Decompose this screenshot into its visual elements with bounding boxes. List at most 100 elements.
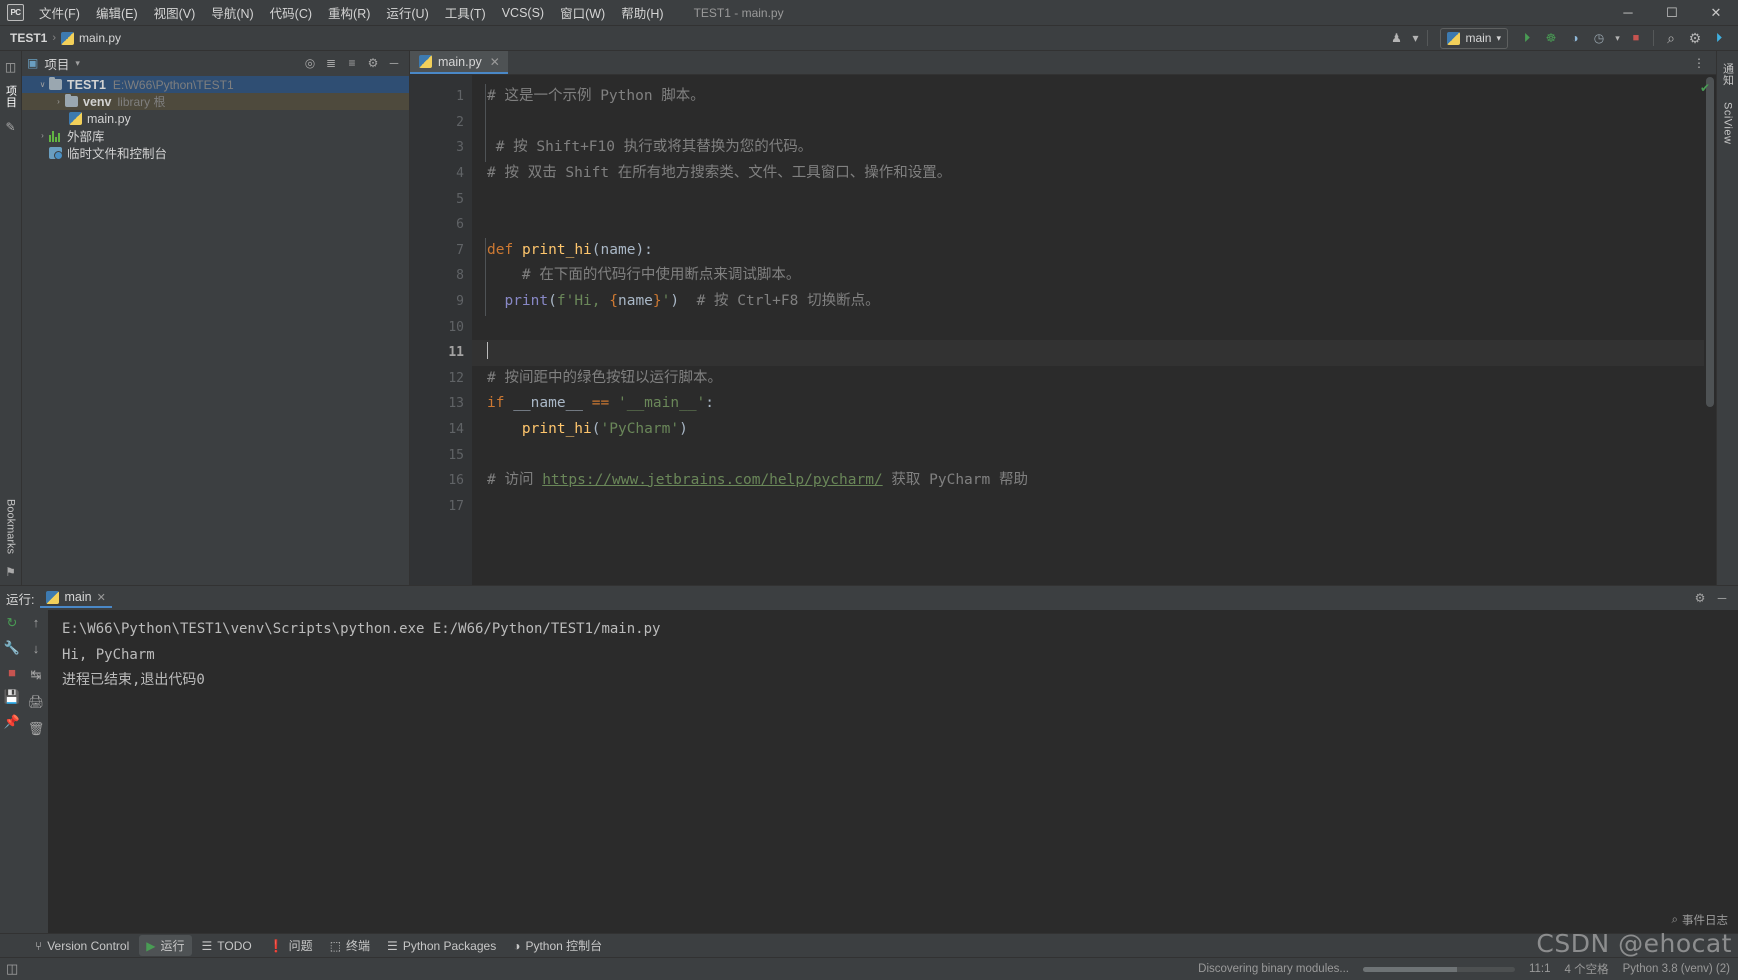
title-bar: PC 文件(F) 编辑(E) 视图(V) 导航(N) 代码(C) 重构(R) 运…: [0, 0, 1738, 26]
menu-run[interactable]: 运行(U): [378, 0, 436, 25]
profile-icon[interactable]: ♟: [1385, 28, 1407, 49]
code-line: # 按间距中的绿色按钮以运行脚本。: [487, 369, 722, 386]
tool-button-version-control[interactable]: ⑂ Version Control: [28, 937, 136, 955]
collapse-all-icon[interactable]: ≡: [342, 53, 362, 73]
sidebar-item-project[interactable]: 项目: [1, 79, 21, 114]
settings-gear-icon[interactable]: ⚙: [1684, 28, 1706, 49]
line-number: 15: [448, 447, 464, 463]
chevron-right-icon[interactable]: ›: [36, 131, 49, 140]
scroll-up-icon[interactable]: ↑: [33, 615, 40, 630]
tree-item-mainpy[interactable]: main.py: [22, 110, 409, 127]
chevron-down-icon[interactable]: ▾: [75, 58, 80, 69]
packages-icon: ☰: [387, 938, 398, 953]
menu-view[interactable]: 视图(V): [146, 0, 204, 25]
tree-item-test1[interactable]: ∨ TEST1 E:\W66\Python\TEST1: [22, 76, 409, 93]
breadcrumb-file[interactable]: main.py: [79, 31, 121, 45]
breadcrumb-project[interactable]: TEST1: [10, 31, 47, 45]
sidebar-item-sciview[interactable]: SciView: [1720, 96, 1736, 150]
indent-setting[interactable]: 4 个空格: [1565, 961, 1609, 977]
project-settings-gear-icon[interactable]: ⚙: [363, 53, 383, 73]
inspection-status-icon[interactable]: ✔: [1700, 81, 1710, 95]
profile-run-button[interactable]: ◷: [1588, 28, 1610, 49]
tree-item-external-libraries[interactable]: › 外部库: [22, 127, 409, 144]
tree-item-scratches[interactable]: 临时文件和控制台: [22, 144, 409, 161]
caret-position[interactable]: 11:1: [1529, 963, 1551, 975]
menu-help[interactable]: 帮助(H): [613, 0, 671, 25]
project-view-icon[interactable]: ◫: [5, 60, 16, 74]
commit-icon[interactable]: ✎: [5, 120, 15, 134]
more-options-icon[interactable]: ⋮: [1688, 52, 1710, 73]
menu-refactor[interactable]: 重构(R): [320, 0, 378, 25]
soft-wrap-icon[interactable]: ↹: [31, 667, 42, 683]
rerun-icon[interactable]: ↻: [7, 615, 18, 631]
maximize-button[interactable]: ☐: [1650, 0, 1694, 26]
tool-button-terminal[interactable]: ⬚ 终端: [323, 935, 377, 956]
console-output[interactable]: E:\W66\Python\TEST1\venv\Scripts\python.…: [48, 610, 1738, 933]
expand-all-icon[interactable]: ≣: [321, 53, 341, 73]
menu-tools[interactable]: 工具(T): [437, 0, 494, 25]
menu-vcs[interactable]: VCS(S): [494, 3, 552, 23]
hide-panel-icon[interactable]: ─: [384, 53, 404, 73]
code-line: # 在下面的代码行中使用断点来调试脚本。: [521, 267, 801, 284]
updates-icon[interactable]: ⏵: [1708, 28, 1730, 49]
layout-toggle-icon[interactable]: ◫: [6, 961, 18, 977]
coverage-button[interactable]: ◑: [1564, 28, 1586, 49]
tool-button-todo[interactable]: ☰ TODO: [195, 937, 259, 955]
minimize-button[interactable]: ─: [1606, 0, 1650, 26]
editor-scrollbar[interactable]: [1704, 75, 1716, 585]
run-button[interactable]: ⏵: [1516, 28, 1538, 49]
chevron-down-icon[interactable]: ∨: [36, 80, 49, 89]
bookmark-icon[interactable]: ⚑: [5, 565, 16, 579]
close-button[interactable]: ✕: [1694, 0, 1738, 26]
editor-tab-mainpy[interactable]: main.py ✕: [410, 51, 508, 74]
tool-button-run[interactable]: ▶ 运行: [139, 935, 192, 956]
menu-edit[interactable]: 编辑(E): [88, 0, 146, 25]
export-icon[interactable]: 💾: [4, 689, 20, 705]
run-panel-label: 运行:: [6, 592, 35, 607]
editor-gutter[interactable]: 1 2 3 4 5 6 7 8 9 10 11 12 13 14 15 16 1: [410, 75, 472, 585]
debug-button[interactable]: ☸: [1540, 28, 1562, 49]
sidebar-item-notifications[interactable]: 通知: [1718, 57, 1738, 92]
close-icon[interactable]: ✕: [490, 55, 500, 69]
python-interpreter[interactable]: Python 3.8 (venv) (2): [1623, 963, 1730, 975]
clear-all-icon[interactable]: 🗑: [28, 721, 45, 737]
code-line: print(f'Hi, {name}') # 按 Ctrl+F8 切换断点。: [504, 292, 880, 309]
menu-code[interactable]: 代码(C): [262, 0, 320, 25]
run-settings-gear-icon[interactable]: ⚙: [1690, 588, 1710, 608]
tool-button-label: Python 控制台: [525, 939, 603, 953]
hide-panel-icon[interactable]: ─: [1712, 588, 1732, 608]
menu-navigate[interactable]: 导航(N): [203, 0, 261, 25]
code-content[interactable]: # 这是一个示例 Python 脚本。 # 按 Shift+F10 执行或将其替…: [472, 75, 1704, 585]
tree-item-venv[interactable]: › venv library 根: [22, 93, 409, 110]
run-config-python-icon: [1447, 31, 1461, 45]
event-log-button[interactable]: ⌕ 事件日志: [1672, 912, 1728, 928]
print-icon[interactable]: 🖨: [28, 694, 45, 710]
stop-button[interactable]: ■: [1625, 28, 1647, 49]
run-tool-window: 运行: main ✕ ⚙ ─ ↻ 🔧 ■ 💾 📌 ↑ ↓ ↹ 🖨 🗑 E:\W6…: [0, 585, 1738, 933]
tool-button-python-packages[interactable]: ☰ Python Packages: [380, 937, 503, 955]
pin-icon[interactable]: 📌: [4, 714, 20, 730]
chevron-right-icon[interactable]: ›: [52, 97, 65, 106]
scrollbar-thumb[interactable]: [1706, 77, 1714, 407]
tree-item-label: TEST1: [67, 77, 106, 92]
chevron-down-icon[interactable]: ▾: [1612, 28, 1623, 49]
tool-button-python-console[interactable]: ◑ Python 控制台: [506, 935, 609, 956]
close-icon[interactable]: ✕: [97, 591, 106, 604]
tool-button-problems[interactable]: ❗ 问题: [262, 935, 320, 956]
run-tab-main[interactable]: main ✕: [40, 588, 112, 608]
menu-file[interactable]: 文件(F): [31, 0, 88, 25]
wrench-icon[interactable]: 🔧: [4, 640, 20, 656]
stop-icon[interactable]: ■: [8, 665, 16, 680]
menu-window[interactable]: 窗口(W): [552, 0, 613, 25]
run-configuration-selector[interactable]: main ▾: [1440, 27, 1508, 49]
scroll-from-source-icon[interactable]: ◎: [300, 53, 320, 73]
chevron-down-icon[interactable]: ▾: [1409, 28, 1421, 49]
sidebar-item-bookmarks[interactable]: Bookmarks: [3, 493, 19, 560]
line-number: 6: [456, 217, 464, 233]
scroll-down-icon[interactable]: ↓: [33, 641, 40, 656]
project-tool-window: ▣ 项目 ▾ ◎ ≣ ≡ ⚙ ─ ∨ TEST1 E:\W66\Python\T…: [22, 51, 410, 585]
search-everywhere-icon[interactable]: ⌕: [1660, 28, 1682, 49]
toolbar-divider-2: [1653, 30, 1654, 46]
